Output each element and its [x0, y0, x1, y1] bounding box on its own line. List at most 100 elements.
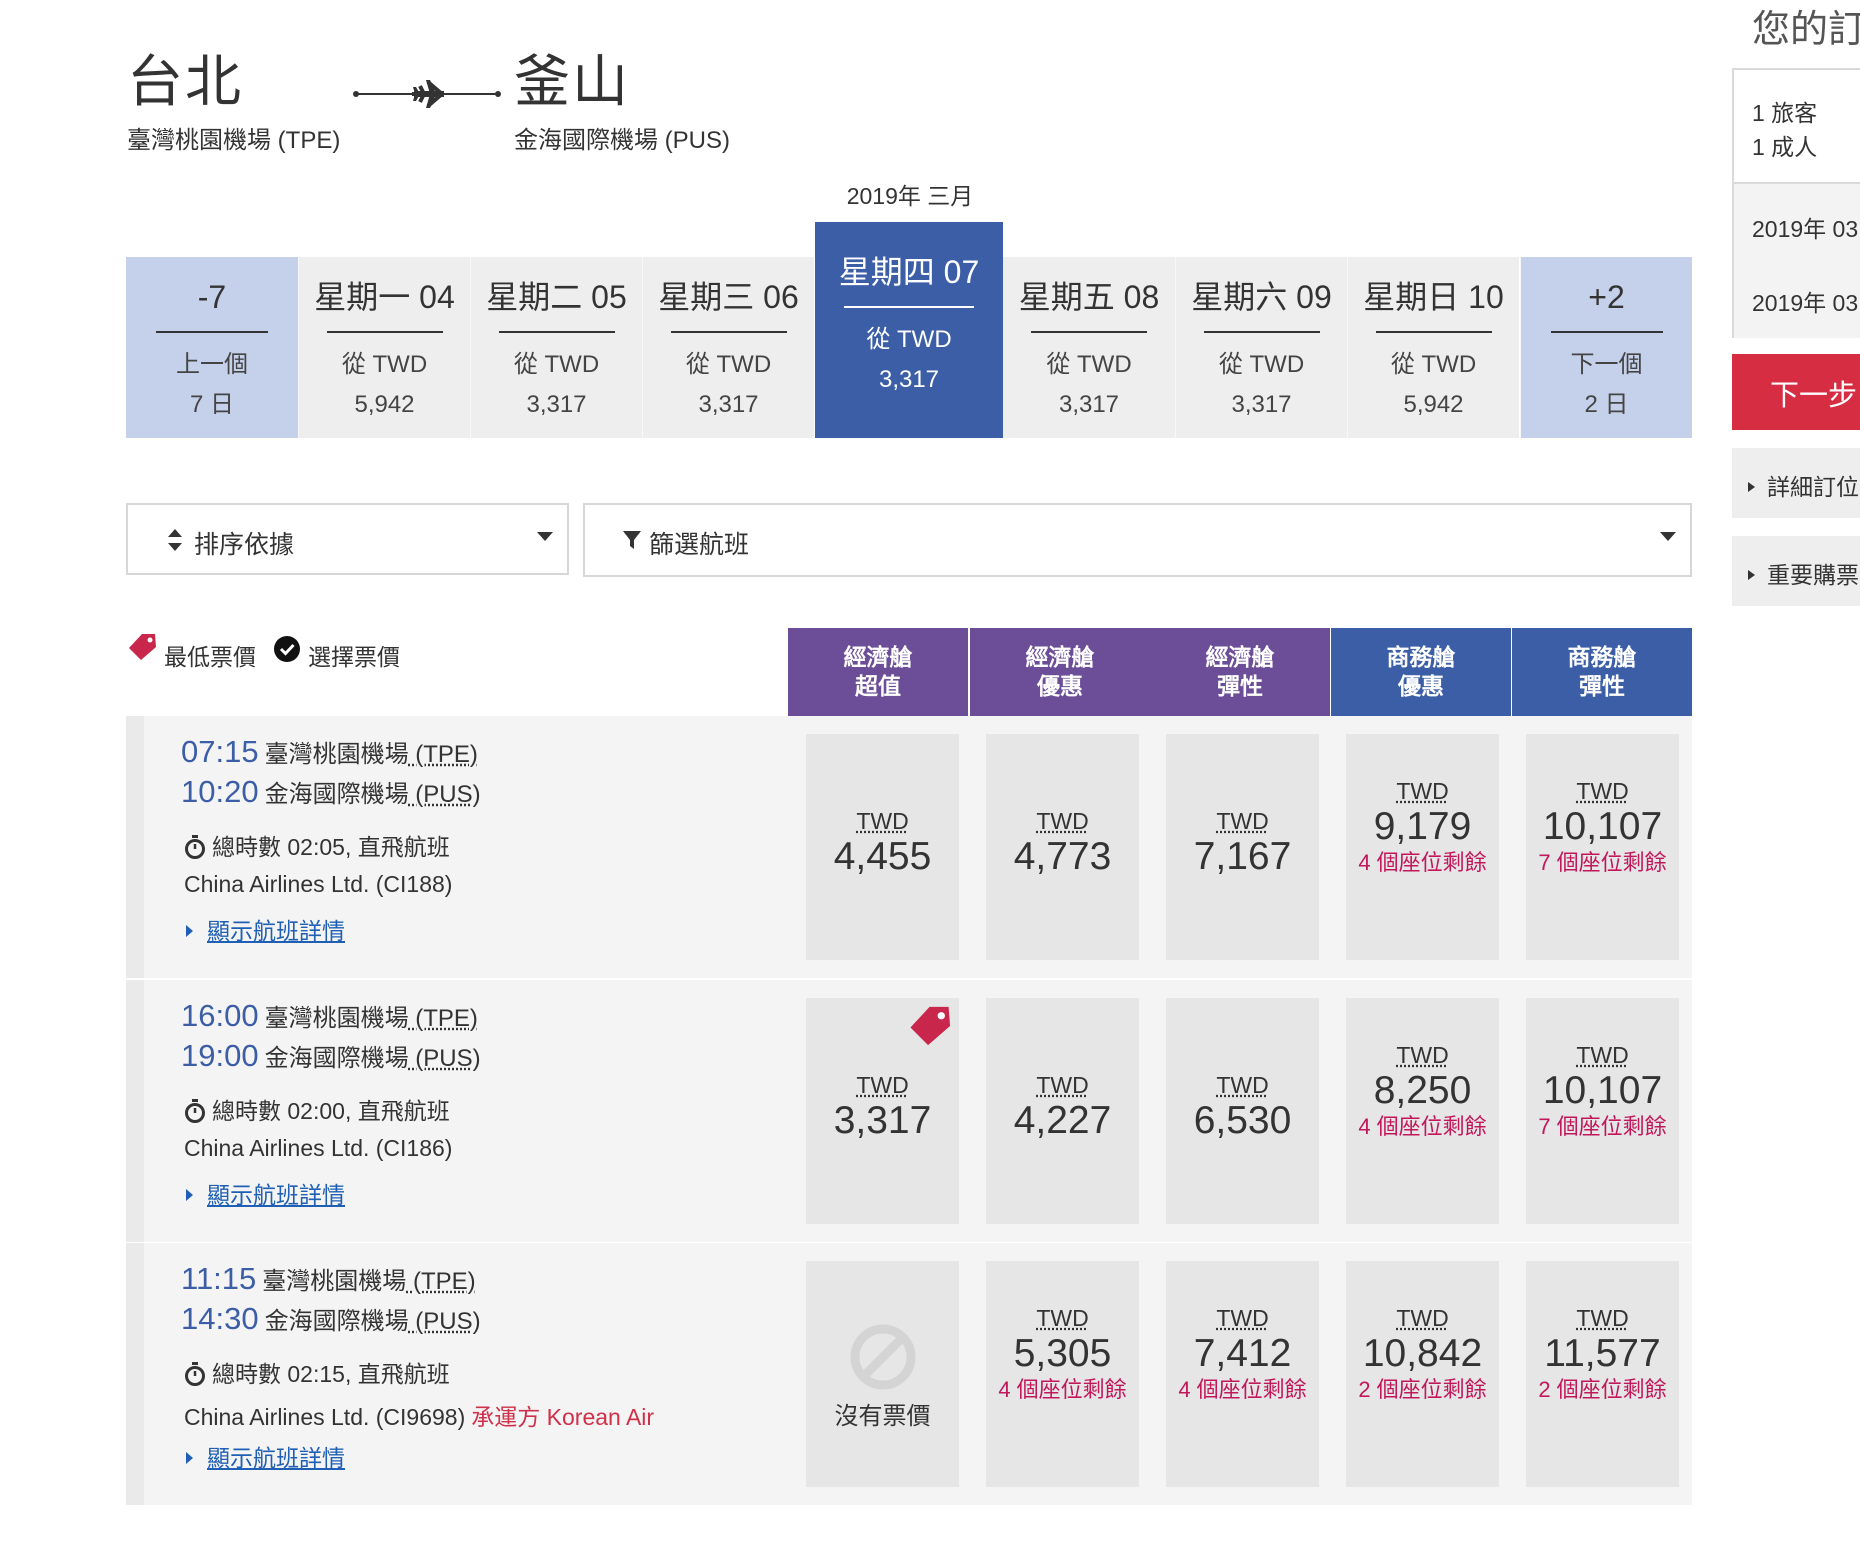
airline-name: China Airlines Ltd. (CI9698): [184, 1404, 466, 1430]
arrival-airport-name: 金海國際機場: [264, 1045, 409, 1072]
booking-summary-title: 您的訂: [1752, 9, 1860, 51]
selected-fare-check-icon: [274, 636, 300, 662]
fare-currency: TWD: [1036, 1072, 1089, 1098]
fare-amount: 3,317: [833, 1099, 932, 1142]
details-link-text: 顯示航班詳情: [207, 918, 345, 944]
duration-text: 總時數 02:00, 直飛航班: [212, 1098, 450, 1124]
booking-details-accordion[interactable]: 詳細訂位: [1732, 448, 1860, 518]
date-label: 星期二 05: [486, 279, 627, 315]
destination-airport: 金海國際機場 (PUS): [514, 127, 730, 154]
fare-option[interactable]: TWD 6,530: [1166, 998, 1319, 1224]
divider: [1375, 331, 1492, 333]
divider: [1031, 331, 1147, 333]
sort-icon: [168, 529, 182, 551]
fare-option[interactable]: TWD 10,842 2 個座位剩餘: [1346, 1261, 1499, 1487]
fare-amount: 4,773: [1013, 835, 1112, 878]
fare-option[interactable]: TWD 7,412 4 個座位剩餘: [1166, 1261, 1319, 1487]
legend-lowest-label: 最低票價: [164, 644, 256, 670]
fare-currency: TWD: [1396, 778, 1449, 804]
cabin-label: 商務艙: [1567, 644, 1637, 670]
seats-remaining: 2 個座位剩餘: [1538, 1377, 1667, 1402]
departure-airport-name: 臺灣桃園機場: [264, 1005, 409, 1032]
show-flight-details-link[interactable]: 顯示航班詳情: [186, 912, 345, 946]
fare-option[interactable]: TWD 11,577 2 個座位剩餘: [1526, 1261, 1679, 1487]
flight-duration: 總時數 02:05, 直飛航班: [184, 828, 450, 862]
departure-airport: 臺灣桃園機場 (TPE): [262, 1268, 475, 1295]
next-2-days-button[interactable]: +2 下一個 2 日: [1520, 257, 1692, 438]
fare-type-label: 優惠: [1037, 673, 1083, 699]
date-option[interactable]: 星期五 08 從 TWD 3,317: [1003, 257, 1175, 438]
destination-city: 釜山: [514, 50, 630, 113]
travelers-label: 1 旅客: [1752, 100, 1818, 126]
arrival-time: 10:20: [181, 774, 259, 809]
fare-amount: 10,107: [1542, 1069, 1663, 1112]
duration-text: 總時數 02:05, 直飛航班: [212, 834, 450, 860]
flight-row: 11:15 臺灣桃園機場 (TPE) 14:30 金海國際機場 (PUS) 總時數 02…: [126, 1243, 1692, 1505]
fare-option[interactable]: TWD 4,455: [806, 734, 959, 960]
flight-times: 16:00 臺灣桃園機場 (TPE) 19:00 金海國際機場 (PUS): [181, 998, 781, 1078]
fare-option[interactable]: TWD 5,305 4 個座位剩餘: [986, 1261, 1139, 1487]
seats-remaining: 4 個座位剩餘: [1358, 850, 1487, 875]
operated-by: 承運方 Korean Air: [471, 1404, 655, 1430]
fare-option[interactable]: TWD 4,227: [986, 998, 1139, 1224]
no-fare-icon: [850, 1324, 915, 1390]
fare-currency: TWD: [1216, 808, 1269, 834]
date-label: +2: [1588, 279, 1625, 315]
chevron-down-icon: [1660, 532, 1676, 541]
fare-option: 沒有票價: [806, 1261, 959, 1487]
date-sub-label: 下一個: [1570, 351, 1643, 378]
fare-option[interactable]: TWD 7,167: [1166, 734, 1319, 960]
airline-info: China Airlines Ltd. (CI9698) 承運方 Korean A…: [184, 1398, 654, 1432]
sort-dropdown[interactable]: 排序依據: [126, 503, 569, 575]
lowest-fare-tag-icon: [910, 1006, 951, 1046]
fare-currency: TWD: [1396, 1305, 1449, 1331]
fare-amount: 10,107: [1542, 805, 1663, 848]
fare-amount: 8,250: [1373, 1069, 1472, 1112]
origin-city: 台北: [127, 50, 243, 113]
arrival: 10:20 金海國際機場 (PUS): [181, 774, 781, 814]
date-option[interactable]: 星期四 07 從 TWD 3,317: [815, 222, 1003, 438]
departure: 16:00 臺灣桃園機場 (TPE): [181, 998, 781, 1038]
fare-option[interactable]: TWD 10,107 7 個座位剩餘: [1526, 998, 1679, 1224]
date-label: 星期六 09: [1191, 279, 1332, 315]
flight-row: 07:15 臺灣桃園機場 (TPE) 10:20 金海國際機場 (PUS) 總時數 02…: [126, 716, 1692, 978]
filter-dropdown[interactable]: 篩選航班: [583, 503, 1692, 577]
date-option[interactable]: 星期一 04 從 TWD 5,942: [298, 257, 470, 438]
fare-option[interactable]: TWD 3,317: [806, 998, 959, 1224]
fare-amount: 9,179: [1373, 805, 1472, 848]
date-sub-label: 從 TWD: [513, 351, 600, 378]
airline-name: China Airlines Ltd. (CI186): [184, 1135, 453, 1161]
fare-option[interactable]: TWD 9,179 4 個座位剩餘: [1346, 734, 1499, 960]
route-header: 台北 臺灣桃園機場 (TPE) 釜山 金海國際機場 (PUS): [127, 50, 847, 154]
show-flight-details-link[interactable]: 顯示航班詳情: [186, 1439, 345, 1473]
fare-option[interactable]: TWD 10,107 7 個座位剩餘: [1526, 734, 1679, 960]
lowest-fare-tag-icon: [129, 634, 156, 660]
important-info-accordion[interactable]: 重要購票: [1732, 536, 1860, 606]
sort-label: 排序依據: [194, 531, 295, 559]
departure-airport: 臺灣桃園機場 (TPE): [265, 1005, 478, 1032]
divider: [326, 331, 443, 333]
divider: [670, 331, 787, 333]
flight-times: 11:15 臺灣桃園機場 (TPE) 14:30 金海國際機場 (PUS): [181, 1261, 781, 1341]
fare-option[interactable]: TWD 8,250 4 個座位剩餘: [1346, 998, 1499, 1224]
date-option[interactable]: 星期日 10 從 TWD 5,942: [1347, 257, 1519, 438]
fare-currency: TWD: [1036, 1305, 1089, 1331]
next-step-button[interactable]: 下一步: [1732, 354, 1860, 430]
arrival: 14:30 金海國際機場 (PUS): [181, 1301, 781, 1341]
date-option[interactable]: 星期六 09 從 TWD 3,317: [1175, 257, 1347, 438]
fare-amount: 10,842: [1362, 1332, 1483, 1375]
previous-7-days-button[interactable]: -7 上一個 7 日: [126, 257, 298, 438]
departure-time: 07:15: [181, 734, 259, 769]
booking-summary: 1 旅客 1 成人 2019年 03 2019年 03: [1732, 68, 1860, 338]
date-sub-label: 從 TWD: [866, 326, 952, 353]
fare-type-label: 彈性: [1217, 673, 1263, 699]
arrival-time: 19:00: [181, 1038, 259, 1073]
cabin-label: 經濟艙: [1205, 644, 1275, 670]
show-flight-details-link[interactable]: 顯示航班詳情: [186, 1176, 345, 1210]
arrival-time: 14:30: [181, 1301, 259, 1336]
arrival: 19:00 金海國際機場 (PUS): [181, 1038, 781, 1078]
fare-option[interactable]: TWD 4,773: [986, 734, 1139, 960]
date-option[interactable]: 星期二 05 從 TWD 3,317: [470, 257, 642, 438]
date-label: 星期四 07: [838, 254, 980, 290]
date-option[interactable]: 星期三 06 從 TWD 3,317: [642, 257, 814, 438]
